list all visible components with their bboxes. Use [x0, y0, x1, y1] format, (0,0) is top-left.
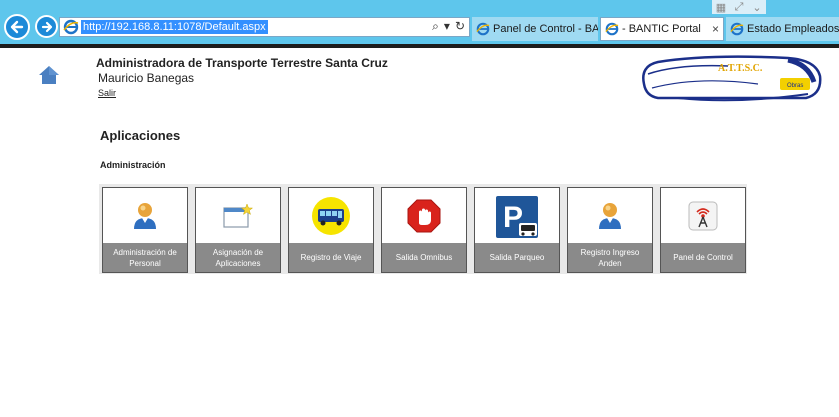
- tile-panel-de-control[interactable]: Panel de Control: [660, 187, 746, 273]
- group-title: Administración: [100, 160, 166, 170]
- tab-estado-empleados[interactable]: Estado Empleados: [726, 17, 839, 41]
- refresh-icon[interactable]: ↻: [455, 19, 465, 34]
- person-icon: [599, 203, 621, 229]
- chevron-down-icon[interactable]: ▾: [444, 19, 450, 34]
- logo-badge: Obras: [787, 83, 803, 89]
- user-name: Mauricio Banegas: [98, 71, 195, 85]
- tile-label: Registro de Viaje: [289, 243, 373, 272]
- browser-toolbar: http://192.168.8.11:1078/Default.aspx ⌕ …: [0, 0, 839, 44]
- tile-salida-omnibus[interactable]: Salida Omnibus: [381, 187, 467, 273]
- tile-registro-ingreso-anden[interactable]: Registro Ingreso Anden: [567, 187, 653, 273]
- grid-icon[interactable]: ▦: [712, 0, 730, 14]
- ie-icon: [730, 22, 744, 36]
- close-icon[interactable]: ×: [712, 22, 719, 36]
- restore-icon[interactable]: ⤢: [730, 0, 748, 14]
- back-arrow-icon: [10, 20, 24, 34]
- tab-label: Panel de Control - BA...: [493, 23, 598, 35]
- company-logo: A.T.T.S.C. Obras: [642, 55, 822, 102]
- tile-registro-viaje[interactable]: Registro de Viaje: [288, 187, 374, 273]
- logout-link[interactable]: Salir: [98, 88, 116, 98]
- tile-label: Asignación de Aplicaciones: [196, 243, 280, 272]
- application-tiles: Administración de Personal Asignación de…: [99, 184, 747, 274]
- tile-label: Panel de Control: [661, 243, 745, 272]
- organization-name: Administradora de Transporte Terrestre S…: [96, 56, 388, 70]
- tile-administracion-personal[interactable]: Administración de Personal: [102, 187, 188, 273]
- search-icon[interactable]: ⌕: [432, 19, 439, 34]
- ie-icon: [605, 22, 619, 36]
- address-bar[interactable]: http://192.168.8.11:1078/Default.aspx ⌕ …: [59, 17, 470, 37]
- tile-label: Salida Parqueo: [475, 243, 559, 272]
- chevron-down-icon[interactable]: ⌄: [748, 0, 766, 14]
- back-button[interactable]: [4, 14, 30, 40]
- url-text[interactable]: http://192.168.8.11:1078/Default.aspx: [81, 20, 268, 34]
- tile-label: Salida Omnibus: [382, 243, 466, 272]
- antenna-icon: [688, 201, 718, 231]
- tab-panel-de-control[interactable]: Panel de Control - BA...: [472, 17, 598, 41]
- tab-label: - BANTIC Portal: [622, 23, 701, 35]
- window-controls: ▦ ⤢ ⌄: [712, 0, 766, 14]
- parking-car-icon: P: [496, 196, 538, 238]
- section-title: Aplicaciones: [100, 128, 181, 143]
- person-icon: [134, 203, 156, 229]
- forward-arrow-icon: [41, 21, 52, 32]
- toolbar-separator: [0, 44, 839, 48]
- home-icon[interactable]: [38, 64, 60, 86]
- ie-icon: [63, 19, 79, 35]
- forward-button[interactable]: [35, 15, 58, 38]
- stop-hand-icon: [407, 199, 441, 233]
- tile-label: Administración de Personal: [103, 243, 187, 272]
- tab-bantic-portal[interactable]: - BANTIC Portal ×: [600, 17, 724, 41]
- bus-icon: [312, 197, 350, 235]
- tile-label: Registro Ingreso Anden: [568, 243, 652, 272]
- tile-salida-parqueo[interactable]: P Salida Parqueo: [474, 187, 560, 273]
- tab-label: Estado Empleados: [747, 23, 839, 35]
- tile-asignacion-aplicaciones[interactable]: Asignación de Aplicaciones: [195, 187, 281, 273]
- ie-icon: [476, 22, 490, 36]
- window-star-icon: [223, 203, 253, 228]
- logo-text: A.T.T.S.C.: [718, 63, 763, 74]
